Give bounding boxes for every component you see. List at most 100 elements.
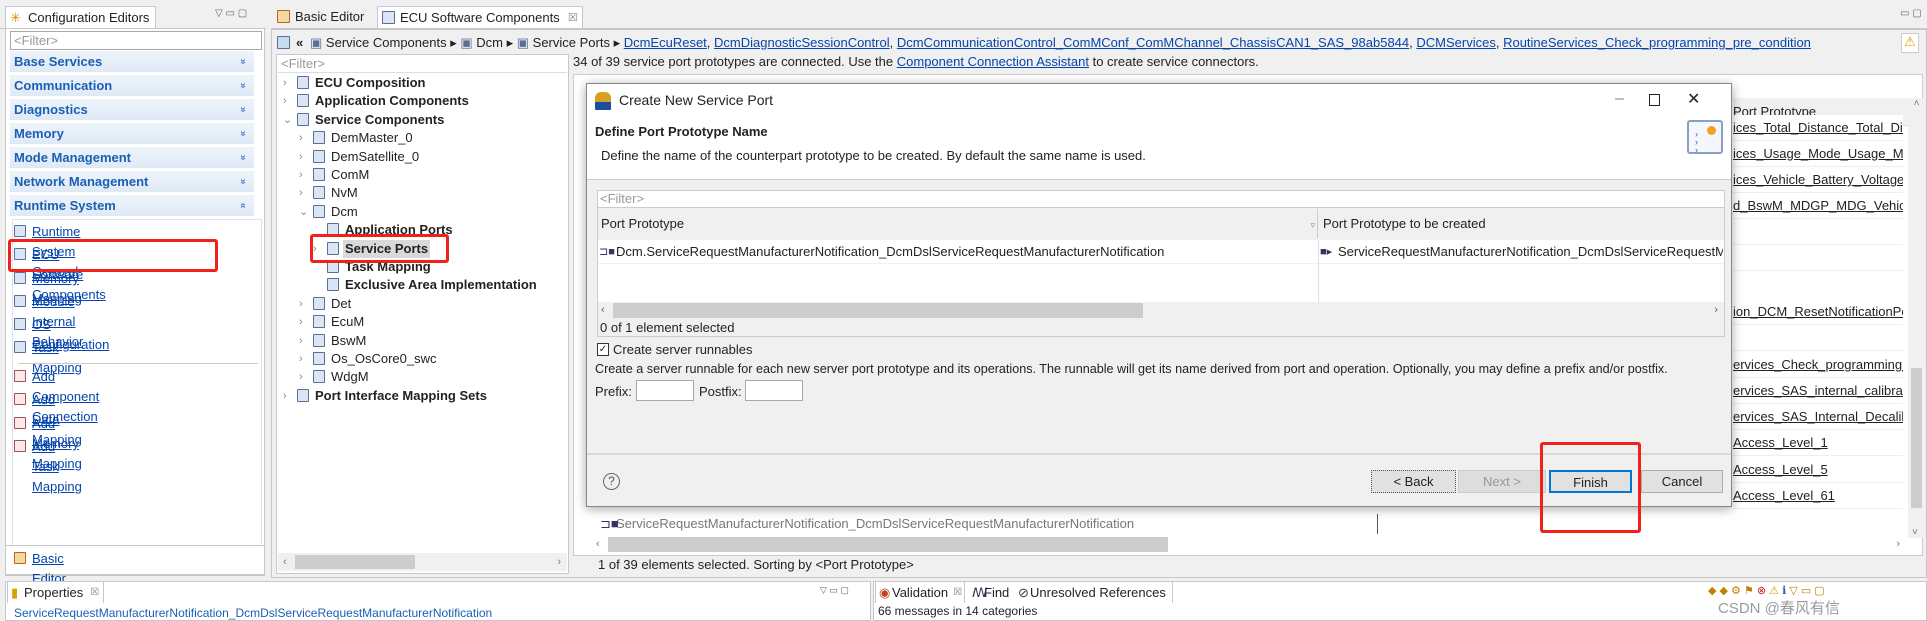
tree-item[interactable]: › EcuM (299, 313, 559, 331)
tab-close-icon[interactable]: ☒ (568, 7, 578, 29)
bg-table-row[interactable]: Access_Level_61 (1733, 483, 1903, 509)
breadcrumb-item[interactable]: Service Components (326, 35, 447, 50)
category-runtime-system[interactable]: Runtime System « (10, 195, 254, 216)
bg-hscrollbar[interactable]: ‹ › (596, 536, 1906, 553)
category-base-services[interactable]: Base Services» (10, 51, 254, 72)
tree-item[interactable]: › DemSatellite_0 (299, 148, 559, 166)
table-hscrollbar[interactable]: ‹ › (598, 303, 1724, 318)
breadcrumb-item[interactable]: Dcm (476, 35, 503, 50)
tab-close-icon[interactable]: ☒ (953, 582, 962, 603)
tree-item[interactable]: › ECU Composition (283, 74, 543, 92)
next-button[interactable]: Next > (1458, 470, 1546, 493)
collapsed-arrow-icon[interactable]: › (299, 129, 303, 147)
component-connection-assistant-link[interactable]: Component Connection Assistant (897, 54, 1089, 69)
bg-table-row[interactable] (1733, 219, 1903, 245)
bg-table-row[interactable]: ices_Total_Distance_Total_Dis (1733, 115, 1903, 141)
tree-hscrollbar[interactable]: ‹ › (278, 553, 567, 571)
expanded-arrow-icon[interactable]: ⌄ (283, 111, 292, 129)
properties-view-menu-icon[interactable]: ▽ ▭ ▢ (820, 585, 849, 596)
category-diagnostics[interactable]: Diagnostics» (10, 99, 254, 120)
tree-item[interactable]: › BswM (299, 332, 559, 350)
cancel-button[interactable]: Cancel (1641, 470, 1723, 493)
view-menu-icon[interactable]: ▽ ▭ ▢ (215, 8, 247, 19)
tree-filter-input[interactable]: <Filter> (278, 56, 567, 73)
back-button[interactable]: < Back (1371, 470, 1456, 493)
validation-toolbar-icons[interactable]: ◆ ◆ ⚙ ⚑ ⊗ ⚠ ℹ ▽ ▭ ▢ (1708, 584, 1825, 597)
dialog-titlebar[interactable]: Create New Service Port – ✕ (587, 84, 1731, 118)
prefix-input[interactable] (636, 380, 694, 401)
breadcrumb-link[interactable]: DcmEcuReset (624, 35, 707, 50)
bg-table-row[interactable]: ices_Vehicle_Battery_Voltage_ (1733, 167, 1903, 193)
breadcrumb-item[interactable]: Service Ports (533, 35, 610, 50)
close-button[interactable]: ✕ (1687, 89, 1700, 109)
tab-close-icon[interactable]: ☒ (90, 582, 99, 603)
tree-item[interactable]: ⌄ Service Components (283, 111, 543, 129)
tab-unresolved-references[interactable]: ⊘ Unresolved References (1016, 582, 1173, 603)
editor-minmax-icon[interactable]: ▭ ▢ (1900, 8, 1922, 19)
collapsed-arrow-icon[interactable]: › (299, 332, 303, 350)
tab-validation[interactable]: ◉ Validation ☒ (875, 582, 966, 603)
collapsed-arrow-icon[interactable]: › (299, 166, 303, 184)
bg-table-row[interactable]: ion_DCM_ResetNotificationPo (1733, 299, 1903, 325)
tree-item[interactable]: › Port Interface Mapping Sets (283, 387, 543, 405)
collapsed-arrow-icon[interactable]: › (299, 148, 303, 166)
breadcrumb-link[interactable]: DcmDiagnosticSessionControl (714, 35, 890, 50)
category-communication[interactable]: Communication» (10, 75, 254, 96)
breadcrumb-link[interactable]: DcmCommunicationControl_ComMConf_ComMCha… (897, 35, 1409, 50)
category-mode-management[interactable]: Mode Management» (10, 147, 254, 168)
tree-item[interactable]: › Os_OsCore0_swc (299, 350, 559, 368)
collapsed-arrow-icon[interactable]: › (299, 295, 303, 313)
chevron-down-icon[interactable]: » (233, 107, 254, 113)
bg-table-row[interactable]: Access_Level_5 (1733, 457, 1903, 483)
tab-ecu-software-components[interactable]: ECU Software Components ☒ (377, 6, 583, 28)
toggle-tree-icon[interactable] (277, 36, 290, 49)
collapsed-arrow-icon[interactable]: › (299, 368, 303, 386)
minimize-button[interactable]: – (1615, 90, 1624, 108)
chevron-down-icon[interactable]: » (233, 179, 254, 185)
collapsed-arrow-icon[interactable]: › (283, 92, 287, 110)
tree-item[interactable]: › DemMaster_0 (299, 129, 559, 147)
breadcrumb-link[interactable]: RoutineServices_Check_programming_pre_co… (1503, 35, 1811, 50)
collapsed-arrow-icon[interactable]: › (283, 387, 287, 405)
postfix-input[interactable] (745, 380, 803, 401)
tree-item[interactable]: › NvM (299, 184, 559, 202)
tree-item[interactable]: Exclusive Area Implementation (313, 276, 573, 294)
tree-item[interactable]: ⌄ Dcm (299, 203, 559, 221)
tree-item[interactable]: › WdgM (299, 368, 559, 386)
tab-configuration-editors[interactable]: ✳ Configuration Editors (5, 6, 157, 28)
tree-item[interactable]: › Application Components (283, 92, 543, 110)
tree-item[interactable]: › Det (299, 295, 559, 313)
bg-table-row[interactable]: ervices_SAS_Internal_Decalibr (1733, 404, 1903, 430)
chevron-up-icon[interactable]: « (233, 203, 254, 209)
bg-selected-row[interactable]: ⊐■ ServiceRequestManufacturerNotificatio… (598, 514, 1378, 534)
chevron-down-icon[interactable]: » (233, 59, 254, 65)
dialog-filter-input[interactable]: <Filter> (598, 191, 1724, 208)
breadcrumb-back-icon[interactable]: « (296, 33, 303, 53)
chevron-down-icon[interactable]: » (233, 83, 254, 89)
properties-value[interactable]: ServiceRequestManufacturerNotification_D… (14, 606, 492, 620)
category-network-management[interactable]: Network Management» (10, 171, 254, 192)
bg-vscrollbar[interactable]: ˄ ˅ (1908, 98, 1925, 538)
tab-properties[interactable]: ▮ Properties ☒ (7, 582, 105, 603)
chevron-down-icon[interactable]: » (233, 131, 254, 137)
expanded-arrow-icon[interactable]: ⌄ (299, 203, 308, 221)
bg-table-row[interactable] (1733, 245, 1903, 271)
table-row[interactable]: ⊐■ Dcm.ServiceRequestManufacturerNotific… (598, 240, 1724, 264)
collapsed-arrow-icon[interactable]: › (299, 184, 303, 202)
bg-table-row[interactable]: Access_Level_1 (1733, 430, 1903, 456)
warning-icon[interactable]: ⚠ (1901, 33, 1919, 53)
maximize-button[interactable] (1649, 94, 1660, 106)
tree-item[interactable]: › ComM (299, 166, 559, 184)
collapsed-arrow-icon[interactable]: › (299, 350, 303, 368)
column-header-port-prototype[interactable]: Port Prototype ▿ (598, 209, 1318, 238)
bg-table-row[interactable]: ervices_Check_programming_ (1733, 352, 1903, 378)
chevron-down-icon[interactable]: » (233, 155, 254, 161)
collapsed-arrow-icon[interactable]: › (283, 74, 287, 92)
tab-basic-editor[interactable]: Basic Editor (273, 6, 370, 28)
bg-table-row[interactable]: ervices_SAS_internal_calibrati (1733, 378, 1903, 404)
bg-table-row[interactable]: d_BswM_MDGP_MDG_Vehicle (1733, 193, 1903, 219)
tab-find[interactable]: ꟿ Find (970, 582, 1015, 603)
left-filter-input[interactable]: <Filter> (10, 31, 262, 50)
bg-table-row[interactable]: ices_Usage_Mode_Usage_Mo (1733, 141, 1903, 167)
category-memory[interactable]: Memory» (10, 123, 254, 144)
